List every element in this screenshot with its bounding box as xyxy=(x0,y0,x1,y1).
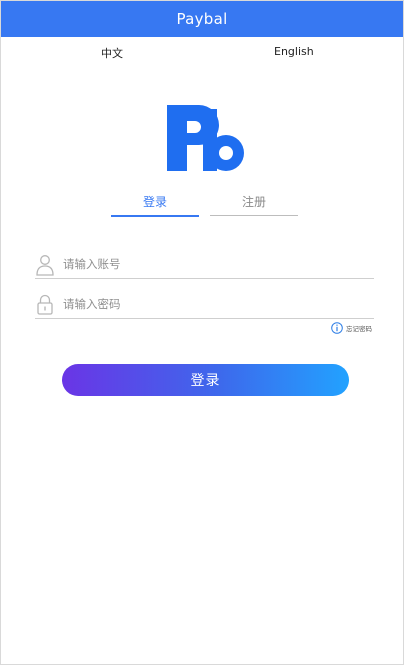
tab-login[interactable]: 登录 xyxy=(111,193,199,217)
app-title: Paybal xyxy=(176,10,228,28)
tab-register[interactable]: 注册 xyxy=(210,193,298,216)
user-icon xyxy=(36,255,54,276)
account-input[interactable] xyxy=(63,254,363,274)
app-frame: Paybal 中文 English 登录 注册 忘记密码 登录 xyxy=(0,0,404,665)
password-input[interactable] xyxy=(63,294,363,314)
forgot-password-label: 忘记密码 xyxy=(346,325,372,333)
info-icon xyxy=(331,322,343,334)
login-button[interactable]: 登录 xyxy=(62,364,349,396)
forgot-password-link[interactable]: 忘记密码 xyxy=(331,321,372,335)
password-field xyxy=(35,294,374,319)
language-english-option[interactable]: English xyxy=(274,45,314,58)
lock-icon xyxy=(37,294,53,315)
account-field xyxy=(35,254,374,279)
pb-logo xyxy=(167,105,244,171)
app-header: Paybal xyxy=(1,1,403,37)
language-chinese-option[interactable]: 中文 xyxy=(101,45,123,61)
